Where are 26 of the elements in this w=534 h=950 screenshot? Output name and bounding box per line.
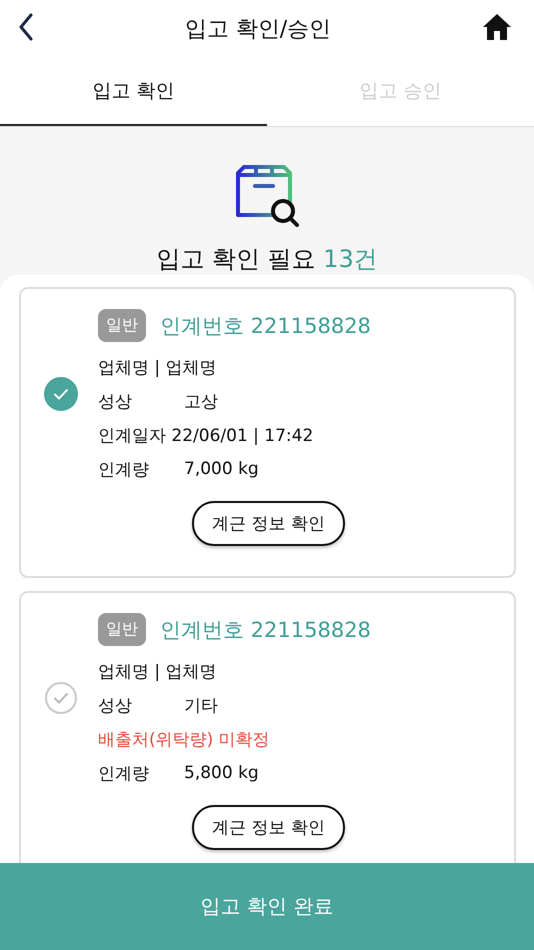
type-badge: 일반 (98, 613, 146, 646)
transfer-number: 인계번호 221158828 (160, 312, 371, 340)
field-value: 7,000 kg (184, 459, 259, 479)
checked-circle-icon[interactable] (44, 376, 78, 410)
field-value: 기타 (184, 694, 218, 716)
field-label: 성상 (98, 390, 133, 412)
unchecked-circle-icon[interactable] (44, 680, 78, 714)
box-search-icon (234, 165, 300, 227)
summary-label: 입고 확인 필요 (156, 245, 316, 273)
type-badge: 일반 (98, 309, 146, 342)
screen-title: 입고 확인/승인 (184, 16, 332, 44)
home-icon (482, 13, 512, 41)
field-value: 고상 (184, 390, 218, 412)
field-label: 인계량 (98, 458, 150, 480)
weighing-info-button[interactable]: 계근 정보 확인 (192, 501, 345, 546)
transfer-number: 인계번호 221158828 (160, 616, 371, 644)
field-label: 인계량 (98, 762, 150, 784)
summary-count: 13건 (323, 245, 378, 273)
field-label: 성상 (98, 694, 133, 716)
warning-text: 배출처(위탁량) 미확정 (98, 728, 270, 750)
field-value: 5,800 kg (184, 763, 259, 783)
info-text: 인계일자 22/06/01 | 17:42 (98, 424, 314, 446)
info-text: 업체명 | 업체명 (98, 356, 217, 378)
chevron-left-icon (18, 13, 34, 41)
weighing-info-button[interactable]: 계근 정보 확인 (192, 805, 345, 850)
info-text: 업체명 | 업체명 (98, 660, 217, 682)
